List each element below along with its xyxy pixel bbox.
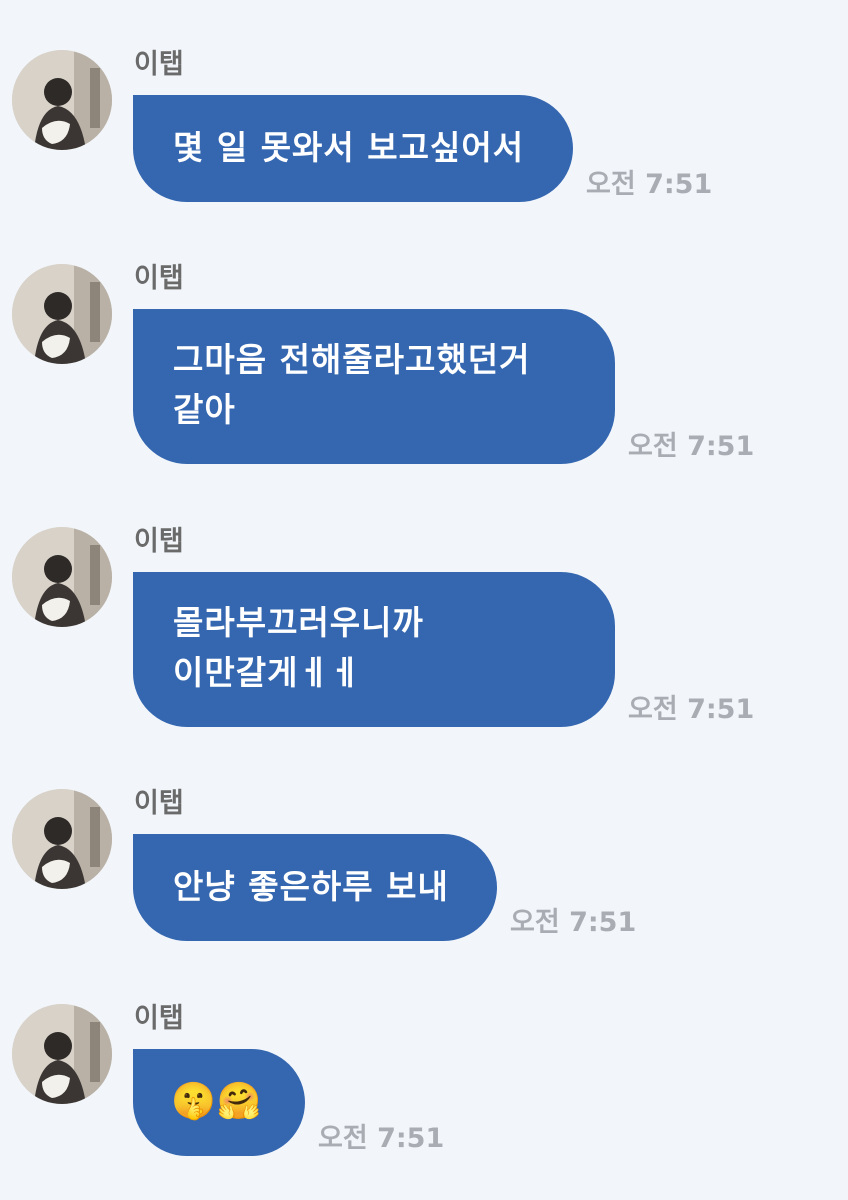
message-bubble[interactable]: 🤫🤗: [133, 1049, 305, 1156]
message-bubble[interactable]: 그마음 전해줄라고했던거 같아: [133, 309, 615, 464]
avatar-photo-icon: [12, 789, 112, 889]
sender-name: 이탭: [134, 526, 184, 557]
avatar[interactable]: [12, 527, 112, 627]
message-bubble[interactable]: 몰라부끄러우니까 이만갈게ㅔㅔ: [133, 572, 615, 727]
avatar-photo-icon: [12, 264, 112, 364]
avatar[interactable]: [12, 264, 112, 364]
message-time: 오전 7:51: [318, 1123, 445, 1154]
message-time: 오전 7:51: [628, 694, 755, 725]
sender-name: 이탭: [134, 788, 184, 819]
avatar[interactable]: [12, 1004, 112, 1104]
chat-thread: 이탭 몇 일 못와서 보고싶어서 오전 7:51 이탭 그마음 전해줄라고했던거…: [0, 0, 848, 1200]
message-time: 오전 7:51: [586, 169, 713, 200]
avatar[interactable]: [12, 50, 112, 150]
avatar[interactable]: [12, 789, 112, 889]
avatar-photo-icon: [12, 50, 112, 150]
sender-name: 이탭: [134, 49, 184, 80]
message-time: 오전 7:51: [510, 907, 637, 938]
message-bubble[interactable]: 안냥 좋은하루 보내: [133, 834, 497, 941]
message-time: 오전 7:51: [628, 431, 755, 462]
avatar-photo-icon: [12, 1004, 112, 1104]
sender-name: 이탭: [134, 1003, 184, 1034]
message-bubble[interactable]: 몇 일 못와서 보고싶어서: [133, 95, 573, 202]
avatar-photo-icon: [12, 527, 112, 627]
sender-name: 이탭: [134, 263, 184, 294]
